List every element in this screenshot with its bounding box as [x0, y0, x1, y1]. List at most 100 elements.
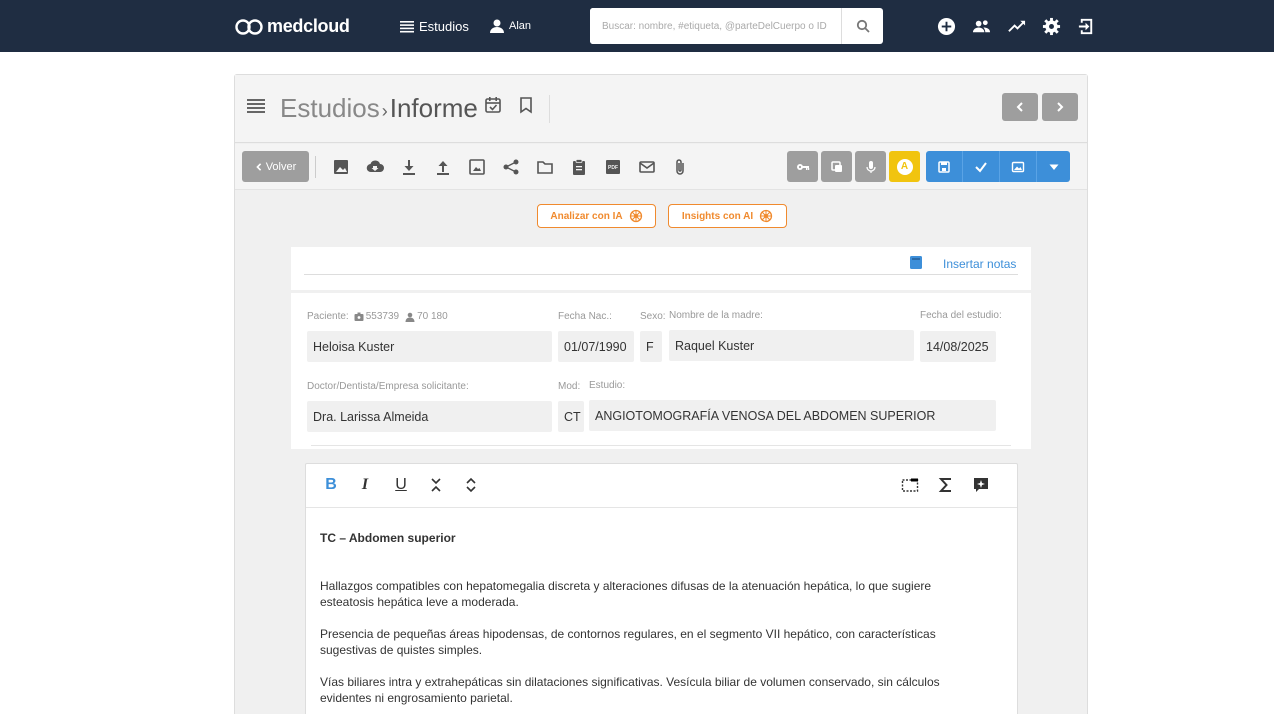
- italic-button[interactable]: I: [354, 474, 376, 496]
- nav-user-link[interactable]: Alan: [489, 18, 531, 34]
- study-date-field[interactable]: 14/08/2025: [920, 331, 996, 362]
- cloud-logo-icon: [235, 19, 263, 35]
- user-icon: [490, 19, 504, 33]
- folder-icon[interactable]: [535, 157, 555, 177]
- ai-badge: A: [896, 158, 913, 175]
- ai-spark-icon: [629, 209, 642, 223]
- report-toolbar: Volver PDF A: [235, 144, 1087, 190]
- key-button[interactable]: [787, 151, 818, 182]
- modality-field[interactable]: CT: [558, 401, 584, 432]
- svg-text:PDF: PDF: [608, 165, 618, 171]
- ai-assistant-button[interactable]: A: [889, 151, 920, 182]
- id-card-icon: [354, 312, 364, 321]
- collapse-button[interactable]: [425, 474, 447, 496]
- next-button[interactable]: [1042, 93, 1078, 121]
- header-divider: [549, 95, 550, 123]
- toolbar-actions: PDF: [331, 157, 691, 177]
- key-icon: [796, 163, 809, 170]
- share-icon[interactable]: [501, 157, 521, 177]
- form-divider: [311, 445, 1011, 446]
- bold-button[interactable]: B: [320, 474, 342, 496]
- previous-button[interactable]: [1002, 93, 1038, 121]
- search-icon: [856, 19, 870, 33]
- mic-button[interactable]: [855, 151, 886, 182]
- trending-icon[interactable]: [1005, 16, 1027, 36]
- report-card: Estudios › Informe Volver PDF A Analizar…: [234, 74, 1088, 714]
- image-export-button[interactable]: [1000, 151, 1037, 182]
- patient-label-row: Paciente: 553739 70 180: [307, 311, 448, 322]
- image-icon: [1011, 161, 1025, 172]
- select-region-button[interactable]: [899, 474, 921, 496]
- app-logo[interactable]: medcloud: [234, 15, 350, 37]
- analyze-ai-button[interactable]: Analizar con IA: [537, 204, 656, 228]
- app-name: medcloud: [267, 15, 350, 36]
- modality-label: Mod:: [558, 381, 581, 392]
- ai-spark-icon: [760, 209, 773, 223]
- attach-icon[interactable]: [671, 157, 691, 177]
- users-icon[interactable]: [970, 16, 992, 36]
- person-icon: [405, 312, 415, 322]
- doctor-field[interactable]: Dra. Larissa Almeida: [307, 401, 552, 432]
- editor-content[interactable]: TC – Abdomen superior Hallazgos compatib…: [320, 530, 960, 714]
- clipboard-icon[interactable]: [569, 157, 589, 177]
- copy-button[interactable]: [821, 151, 852, 182]
- expand-icon: [466, 477, 476, 493]
- photo-icon[interactable]: [467, 157, 487, 177]
- patient-id: 553739: [365, 311, 400, 322]
- breadcrumb: Estudios › Informe: [280, 93, 478, 124]
- bookmark-icon[interactable]: [517, 96, 535, 114]
- nav-user-label: Alan: [509, 20, 532, 32]
- search-box: [590, 8, 883, 44]
- top-navbar: medcloud Estudios Alan: [0, 0, 1274, 52]
- search-button[interactable]: [841, 8, 883, 44]
- page-title: Informe: [389, 93, 478, 123]
- insights-ai-button[interactable]: Insights con AI: [668, 204, 787, 228]
- search-input[interactable]: [590, 8, 841, 44]
- add-circle-icon[interactable]: [935, 16, 957, 36]
- collapse-icon: [431, 478, 441, 492]
- cloud-download-icon[interactable]: [365, 157, 385, 177]
- patient-label: Paciente:: [307, 311, 349, 322]
- ai-comment-button[interactable]: [970, 474, 992, 496]
- nav-actions: [935, 16, 1097, 36]
- study-field[interactable]: ANGIOTOMOGRAFÍA VENOSA DEL ABDOMEN SUPER…: [589, 400, 996, 431]
- pdf-icon[interactable]: PDF: [603, 157, 623, 177]
- chevron-left-icon: [1016, 102, 1023, 112]
- sign-button[interactable]: [963, 151, 1000, 182]
- sex-field[interactable]: F: [640, 331, 662, 362]
- study-date-label: Fecha del estudio:: [920, 310, 1002, 321]
- menu-icon[interactable]: [247, 99, 265, 113]
- back-button[interactable]: Volver: [242, 151, 309, 182]
- birth-date-field[interactable]: 01/07/1990: [558, 331, 634, 362]
- mother-name-field[interactable]: Raquel Kuster: [669, 330, 914, 361]
- download-icon[interactable]: [399, 157, 419, 177]
- doctor-label: Doctor/Dentista/Empresa solicitante:: [307, 381, 469, 392]
- insert-notes-link[interactable]: Insertar notas: [943, 257, 1016, 271]
- insights-ai-label: Insights con AI: [681, 210, 754, 222]
- save-button[interactable]: [926, 151, 963, 182]
- formula-button[interactable]: [935, 474, 957, 496]
- card-header: Estudios › Informe: [235, 75, 1087, 143]
- mic-icon: [865, 160, 876, 173]
- logout-icon[interactable]: [1075, 16, 1097, 36]
- expand-button[interactable]: [460, 474, 482, 496]
- editor-toolbar: B I U: [306, 464, 1017, 508]
- more-options-button[interactable]: [1037, 151, 1070, 182]
- calendar-check-icon[interactable]: [484, 96, 502, 114]
- image-icon[interactable]: [331, 157, 351, 177]
- breadcrumb-root[interactable]: Estudios: [280, 93, 380, 124]
- toolbar-divider: [315, 156, 316, 178]
- report-title: TC – Abdomen superior: [320, 531, 456, 545]
- back-label: Volver: [265, 160, 297, 173]
- nav-studies-link[interactable]: Estudios: [399, 18, 469, 34]
- mail-icon[interactable]: [637, 157, 657, 177]
- underline-button[interactable]: U: [390, 474, 412, 496]
- upload-icon[interactable]: [433, 157, 453, 177]
- settings-icon[interactable]: [1040, 16, 1062, 36]
- chevron-right-icon: [1057, 102, 1064, 112]
- sigma-icon: [938, 478, 951, 492]
- patient-form: Paciente: 553739 70 180 Heloisa Kuster F…: [291, 293, 1031, 449]
- patient-name-field[interactable]: Heloisa Kuster: [307, 331, 552, 362]
- report-paragraph: Hallazgos compatibles con hepatomegalia …: [320, 579, 932, 609]
- report-editor: B I U TC – Abdomen superior Hallazgos co…: [305, 463, 1018, 714]
